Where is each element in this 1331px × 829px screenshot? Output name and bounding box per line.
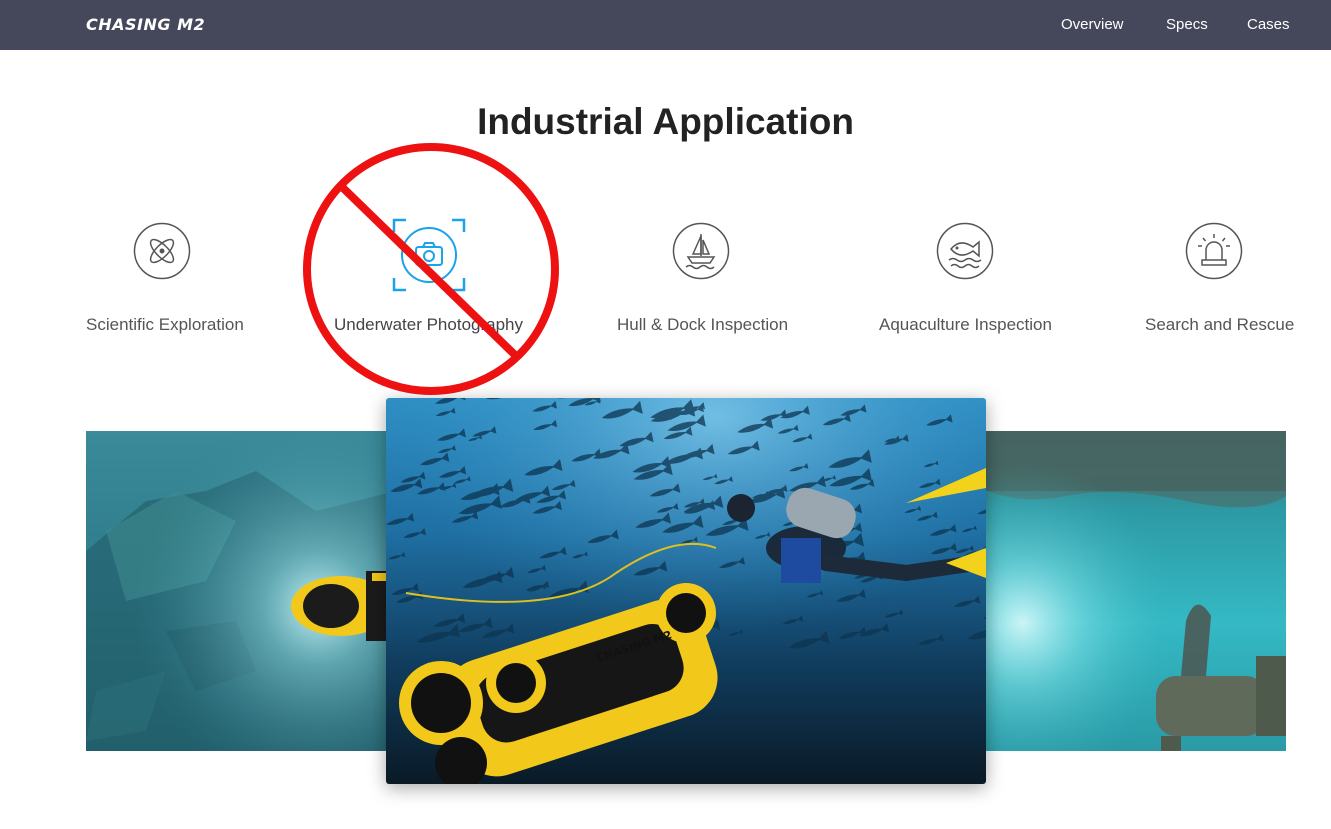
sailboat-icon <box>672 222 730 285</box>
top-navigation-bar: CHASING M2 Overview Specs Cases <box>0 0 1331 50</box>
gallery-slide-main[interactable]: CHASING M2 <box>386 398 986 784</box>
app-label: Underwater Photography <box>334 315 524 334</box>
diver-drone-image: CHASING M2 <box>386 398 986 784</box>
fish-icon <box>936 222 994 285</box>
app-item-search-and-rescue[interactable]: Search and Rescue <box>1145 218 1294 348</box>
app-label: Hull & Dock Inspection <box>617 315 789 334</box>
nav-specs-link[interactable]: Specs <box>1166 15 1208 35</box>
app-label: Aquaculture Inspection <box>879 315 1052 334</box>
brand-logo[interactable]: CHASING M2 <box>86 13 205 37</box>
app-label: Scientific Exploration <box>86 315 244 334</box>
nav-cases-link[interactable]: Cases <box>1247 15 1290 35</box>
gallery-slide-left[interactable] <box>86 431 396 751</box>
app-item-underwater-photography[interactable]: Underwater Photography <box>334 218 534 348</box>
app-item-aquaculture-inspection[interactable]: Aquaculture Inspection <box>879 218 1059 348</box>
app-item-scientific-exploration[interactable]: Scientific Exploration <box>86 218 246 348</box>
hull-inspection-image <box>976 431 1286 751</box>
section-title: Industrial Application <box>477 101 854 142</box>
nav-overview-link[interactable]: Overview <box>1061 15 1124 35</box>
app-label: Search and Rescue <box>1145 315 1295 334</box>
app-item-hull-dock-inspection[interactable]: Hull & Dock Inspection <box>617 218 792 348</box>
atom-icon <box>133 222 191 285</box>
gallery-slide-right[interactable] <box>976 431 1286 751</box>
shipwreck-image <box>86 431 396 751</box>
alarm-light-icon <box>1185 222 1243 285</box>
camera-icon <box>392 218 466 297</box>
